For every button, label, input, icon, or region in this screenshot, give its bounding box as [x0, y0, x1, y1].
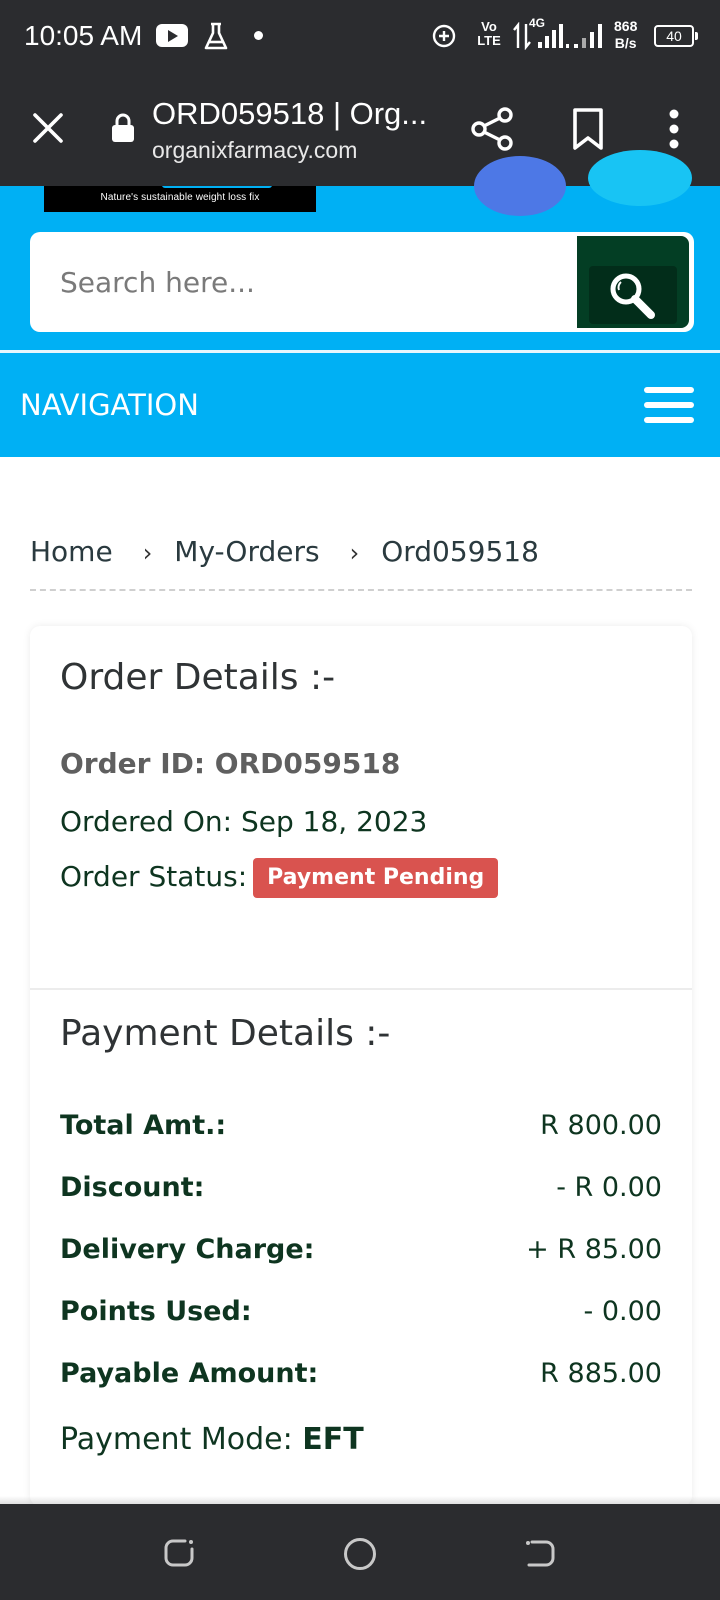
order-card: Order Details :- Order ID: ORD059518 Ord… — [30, 626, 692, 1506]
flask-icon — [204, 22, 228, 50]
account-avatar-icon[interactable] — [474, 156, 566, 216]
page-url[interactable]: organixfarmacy.com — [152, 135, 357, 165]
bottom-bar-shadow — [0, 1496, 720, 1504]
cart-badge-icon[interactable] — [588, 150, 692, 206]
payment-mode-label: Payment Mode: — [60, 1422, 293, 1457]
search-button[interactable] — [577, 236, 689, 328]
signal-icon — [574, 24, 602, 48]
payment-label: Payable Amount: — [60, 1358, 319, 1389]
payment-row-total: Total Amt.: R 800.00 — [60, 1106, 662, 1146]
lock-icon — [112, 113, 134, 142]
payment-mode-value: EFT — [302, 1422, 364, 1457]
payment-label: Total Amt.: — [60, 1110, 227, 1141]
search-icon — [610, 273, 655, 319]
more-vert-icon[interactable] — [656, 106, 692, 152]
payment-label: Points Used: — [60, 1296, 252, 1327]
payment-label: Discount: — [60, 1172, 205, 1203]
add-circle-icon — [432, 24, 456, 48]
payment-row-points: Points Used: - 0.00 — [60, 1292, 662, 1332]
breadcrumb-home[interactable]: Home — [30, 535, 113, 568]
order-id: Order ID: ORD059518 — [60, 747, 401, 780]
chevron-right-icon: › — [349, 539, 360, 567]
breadcrumb: Home › My-Orders › Ord059518 — [30, 530, 690, 574]
chevron-right-icon: › — [142, 539, 153, 567]
payment-value: - R 0.00 — [556, 1172, 662, 1203]
screen: 10:05 AM Vo LTE 4G 868 B/s 40 ORD059518 … — [0, 0, 720, 1600]
navigation-label: NAVIGATION — [20, 388, 199, 422]
home-icon[interactable] — [343, 1537, 377, 1571]
payment-row-delivery: Delivery Charge: + R 85.00 — [60, 1230, 662, 1270]
back-icon[interactable] — [524, 1537, 556, 1569]
status-time: 10:05 AM — [24, 20, 143, 51]
volte-indicator: Vo LTE — [476, 20, 502, 48]
status-badge: Payment Pending — [253, 858, 499, 898]
search-box — [30, 232, 694, 332]
logo-wordmark-fragment — [162, 186, 272, 188]
navigation-bar: NAVIGATION — [0, 353, 720, 457]
section-divider — [30, 988, 692, 990]
payment-value: + R 85.00 — [526, 1234, 662, 1265]
search-input[interactable] — [60, 232, 580, 332]
payment-row-discount: Discount: - R 0.00 — [60, 1168, 662, 1208]
site-header: Nature's sustainable weight loss fix — [0, 150, 720, 352]
battery-icon: 40 — [654, 25, 698, 47]
payment-mode: Payment Mode: EFT — [60, 1420, 364, 1460]
close-icon[interactable] — [26, 106, 70, 150]
status-bar: 10:05 AM Vo LTE 4G 868 B/s 40 — [0, 0, 720, 72]
page-title[interactable]: ORD059518 | Org... — [152, 94, 432, 134]
breadcrumb-my-orders[interactable]: My-Orders — [174, 535, 319, 568]
volte-line2: LTE — [477, 33, 501, 48]
site-logo[interactable]: Nature's sustainable weight loss fix — [44, 186, 316, 212]
payment-value: R 885.00 — [540, 1358, 662, 1389]
speed-value: 868 — [614, 18, 638, 34]
order-details-title: Order Details :- — [60, 657, 336, 698]
bookmark-icon[interactable] — [568, 106, 608, 152]
payment-value: - 0.00 — [583, 1296, 662, 1327]
breadcrumb-divider — [30, 589, 692, 591]
breadcrumb-current-order: Ord059518 — [381, 535, 539, 568]
payment-row-payable: Payable Amount: R 885.00 — [60, 1354, 662, 1394]
recent-apps-icon[interactable] — [163, 1537, 195, 1569]
order-status-label: Order Status: — [60, 860, 248, 893]
youtube-icon — [156, 24, 188, 47]
payment-details-title: Payment Details :- — [60, 1013, 391, 1054]
payment-value: R 800.00 — [540, 1110, 662, 1141]
menu-icon[interactable] — [644, 383, 694, 427]
notification-dot-icon — [254, 31, 263, 40]
speed-unit: B/s — [614, 35, 637, 51]
payment-label: Delivery Charge: — [60, 1234, 315, 1265]
system-navigation-bar — [0, 1496, 720, 1600]
logo-tagline: Nature's sustainable weight loss fix — [100, 192, 260, 203]
share-icon[interactable] — [470, 106, 516, 152]
signal-4g-icon: 4G — [529, 16, 572, 52]
order-status-row: Order Status: Payment Pending — [60, 858, 499, 898]
ordered-on: Ordered On: Sep 18, 2023 — [60, 805, 428, 838]
network-speed: 868 B/s — [614, 18, 637, 52]
volte-line1: Vo — [481, 19, 497, 34]
